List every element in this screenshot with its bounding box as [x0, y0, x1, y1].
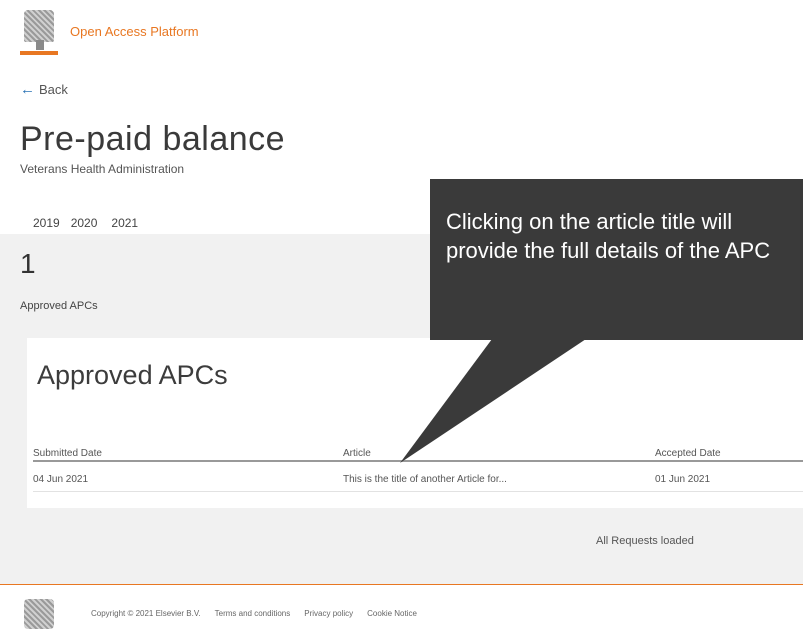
tree-icon [24, 10, 54, 42]
approved-count-label: Approved APCs [20, 300, 98, 312]
table-row[interactable]: 04 Jun 2021 This is the title of another… [33, 462, 803, 492]
tab-2021[interactable]: 2021 [108, 216, 142, 236]
footer-logo-icon[interactable] [20, 599, 60, 633]
footer-link-privacy[interactable]: Privacy policy [304, 609, 353, 618]
card-title: Approved APCs [37, 360, 228, 390]
callout-pointer-shape [400, 339, 586, 463]
approved-count: 1 [20, 248, 36, 279]
back-link[interactable]: ← Back [20, 82, 68, 97]
callout-text: Clicking on the article title will provi… [446, 209, 771, 263]
article-title-link[interactable]: This is the title of another Article for… [343, 474, 507, 485]
logo-wordmark [20, 51, 58, 55]
tree-icon [24, 599, 54, 629]
load-status: All Requests loaded [596, 535, 694, 547]
column-header-submitted[interactable]: Submitted Date [33, 448, 102, 459]
submitted-date-cell: 04 Jun 2021 [33, 474, 89, 485]
brand-name[interactable]: Open Access Platform [70, 24, 199, 39]
tab-2019[interactable]: 2019 [33, 216, 67, 236]
accepted-date-cell: 01 Jun 2021 [655, 474, 711, 485]
footer-links: Copyright © 2021 Elsevier B.V. Terms and… [91, 609, 417, 618]
arrow-left-icon: ← [20, 81, 35, 98]
tree-trunk [36, 40, 44, 50]
footer-link-cookie[interactable]: Cookie Notice [367, 609, 417, 618]
back-label: Back [39, 82, 68, 97]
tab-2020[interactable]: 2020 [71, 216, 105, 236]
footer: Copyright © 2021 Elsevier B.V. Terms and… [0, 585, 803, 633]
callout-pointer [400, 339, 586, 463]
footer-link-terms[interactable]: Terms and conditions [215, 609, 291, 618]
page-title: Pre-paid balance [20, 120, 286, 158]
column-header-accepted[interactable]: Accepted Date [655, 448, 721, 459]
year-tabs: 2019 2020 2021 [33, 216, 145, 236]
page-subtitle: Veterans Health Administration [20, 162, 185, 176]
top-bar: Open Access Platform [0, 0, 803, 70]
elsevier-logo-icon[interactable] [20, 10, 60, 56]
copyright-text: Copyright © 2021 Elsevier B.V. [91, 609, 201, 618]
tooltip-callout: Clicking on the article title will provi… [430, 179, 803, 340]
column-header-article[interactable]: Article [343, 448, 371, 459]
